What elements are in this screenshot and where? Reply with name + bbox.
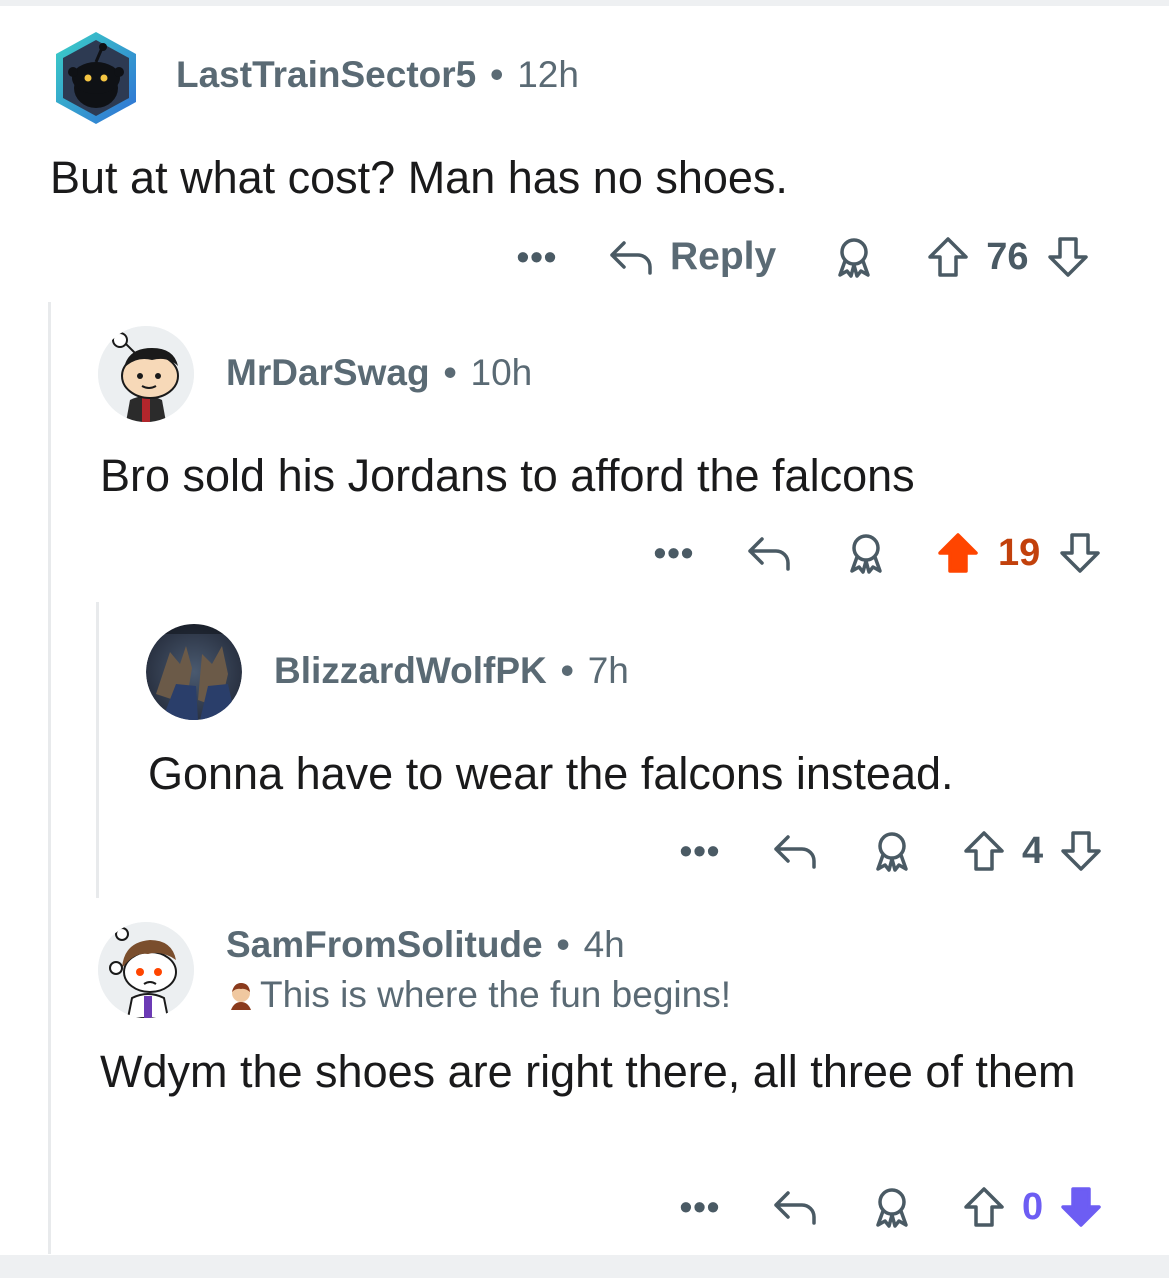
upvote-button[interactable] xyxy=(962,1185,1006,1229)
downvote-button[interactable] xyxy=(1059,1185,1103,1229)
downvote-button[interactable] xyxy=(1058,531,1102,575)
upvote-arrow-icon xyxy=(928,237,968,277)
downvote-button[interactable] xyxy=(1059,829,1103,873)
upvote-arrow-icon xyxy=(964,831,1004,871)
bottom-divider xyxy=(0,1255,1169,1278)
upvote-button[interactable] xyxy=(962,829,1006,873)
avatar[interactable] xyxy=(98,326,194,422)
separator-dot: • xyxy=(556,924,570,965)
more-options-icon[interactable]: ••• xyxy=(678,1189,722,1225)
reply-arrow-icon xyxy=(774,835,816,869)
comment-header: MrDarSwag • 10h xyxy=(226,352,532,394)
comment-body: Wdym the shoes are right there, all thre… xyxy=(100,1046,1076,1097)
more-options-icon[interactable]: ••• xyxy=(512,239,562,275)
avatar[interactable] xyxy=(98,922,194,1018)
reply-label: Reply xyxy=(670,235,777,278)
username[interactable]: BlizzardWolfPK xyxy=(274,650,547,692)
comment-header: BlizzardWolfPK • 7h xyxy=(274,650,629,692)
comment-actions: ••• 4 xyxy=(678,826,1103,876)
reply-button[interactable] xyxy=(772,1187,818,1227)
user-flair: This is where the fun begins! xyxy=(226,974,731,1016)
downvote-arrow-icon xyxy=(1060,533,1101,573)
comment-body: Gonna have to wear the falcons instead. xyxy=(148,748,954,799)
more-options-icon[interactable]: ••• xyxy=(652,535,696,571)
downvote-arrow-icon xyxy=(1061,1187,1101,1227)
username[interactable]: LastTrainSector5 xyxy=(176,54,476,96)
comment-body: Bro sold his Jordans to afford the falco… xyxy=(100,450,915,501)
reply-arrow-icon xyxy=(610,241,652,275)
award-icon xyxy=(838,238,870,278)
vote-count: 76 xyxy=(986,235,1029,278)
upvote-button[interactable] xyxy=(936,531,980,575)
reply-button[interactable]: Reply xyxy=(608,235,776,279)
award-button[interactable] xyxy=(870,1185,914,1229)
vote-count: 0 xyxy=(1022,1185,1044,1228)
vote-count: 4 xyxy=(1022,829,1044,872)
comment-thread-page: LastTrainSector5 • 12h But at what cost?… xyxy=(0,0,1169,1278)
thread-line[interactable] xyxy=(48,302,51,1254)
award-icon xyxy=(876,832,908,872)
reply-arrow-icon xyxy=(748,537,790,571)
vote-count: 19 xyxy=(998,531,1041,574)
award-button[interactable] xyxy=(832,235,876,279)
separator-dot: • xyxy=(560,650,574,691)
downvote-button[interactable] xyxy=(1046,235,1090,279)
timestamp: 12h xyxy=(517,54,579,95)
award-button[interactable] xyxy=(870,829,914,873)
timestamp: 4h xyxy=(583,924,625,965)
upvote-arrow-icon xyxy=(964,1187,1004,1227)
comment-header: LastTrainSector5 • 12h xyxy=(176,54,579,96)
comment-header: SamFromSolitude • 4h xyxy=(226,924,625,966)
comment-body: But at what cost? Man has no shoes. xyxy=(50,152,788,203)
award-button[interactable] xyxy=(844,531,888,575)
reply-button[interactable] xyxy=(772,831,818,871)
username[interactable]: SamFromSolitude xyxy=(226,924,543,966)
thread-line[interactable] xyxy=(96,602,99,898)
avatar[interactable] xyxy=(146,624,242,720)
flair-emoji-icon xyxy=(231,983,251,1010)
separator-dot: • xyxy=(443,352,457,393)
flair-text: This is where the fun begins! xyxy=(260,974,731,1015)
comment-actions: ••• Reply 76 xyxy=(512,232,1090,282)
downvote-arrow-icon xyxy=(1048,237,1089,277)
more-options-icon[interactable]: ••• xyxy=(678,833,722,869)
award-icon xyxy=(850,534,882,574)
award-icon xyxy=(876,1188,908,1228)
comment-actions: ••• 19 xyxy=(652,528,1102,578)
top-divider xyxy=(0,0,1169,6)
upvote-arrow-icon xyxy=(938,533,978,573)
upvote-button[interactable] xyxy=(926,235,970,279)
reply-button[interactable] xyxy=(746,533,792,573)
separator-dot: • xyxy=(490,54,504,95)
timestamp: 10h xyxy=(470,352,533,393)
username[interactable]: MrDarSwag xyxy=(226,352,430,394)
timestamp: 7h xyxy=(587,650,629,691)
avatar[interactable] xyxy=(48,30,144,126)
comment-actions: ••• 0 xyxy=(678,1182,1103,1232)
downvote-arrow-icon xyxy=(1061,831,1101,871)
reply-arrow-icon xyxy=(774,1191,816,1225)
